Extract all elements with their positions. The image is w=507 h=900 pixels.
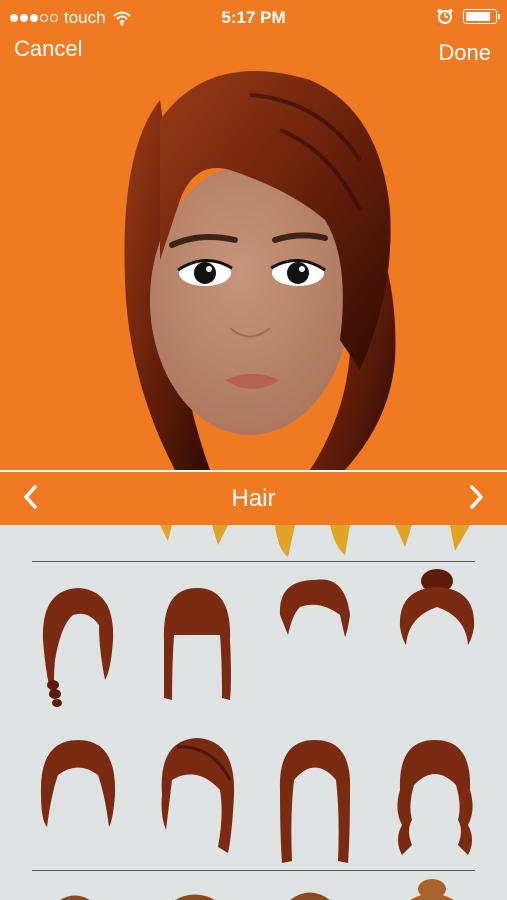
done-button[interactable]: Done [438,40,491,66]
chevron-right-icon[interactable] [461,482,491,512]
hair-option-bob-side-part[interactable] [33,735,123,865]
partial-row-top [160,525,470,557]
avatar-face [124,71,396,470]
hair-option-braid-side-part[interactable] [33,580,123,710]
category-title: Hair [231,485,276,512]
partial-row-bottom [60,879,454,900]
hair-options-grid [0,525,507,900]
hair-option-short-spiky[interactable] [270,575,360,705]
grid-divider [32,870,475,871]
status-right [437,8,500,24]
hair-option-long-wavy[interactable] [390,735,480,865]
hair-option-angled-bob-bangs[interactable] [152,735,242,865]
grid-divider [32,561,475,562]
battery-icon [463,8,500,24]
hair-option-top-bun[interactable] [392,567,482,697]
category-selector: Hair [0,470,507,525]
hair-option-long-straight-center[interactable] [270,735,360,865]
battery-fill [466,11,491,21]
alarm-icon [437,9,453,24]
hair-option-straight-bangs-long[interactable] [152,580,242,710]
cancel-button[interactable]: Cancel [14,36,82,62]
avatar-preview-panel: touch 5:17 PM Cancel Done [0,0,507,470]
clock: 5:17 PM [221,8,286,27]
status-bar: touch 5:17 PM [0,0,507,36]
